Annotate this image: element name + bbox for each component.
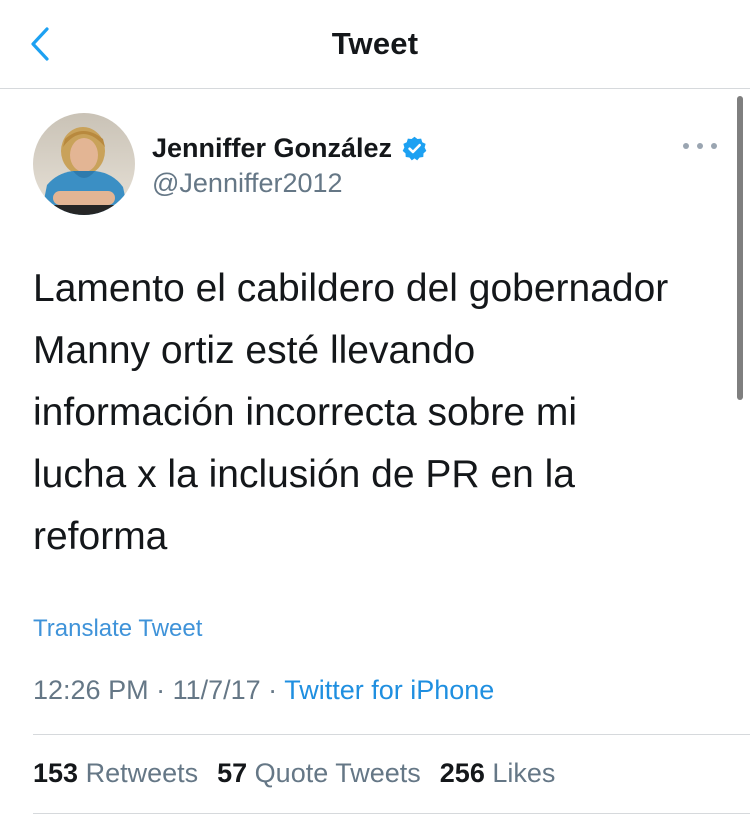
navigation-bar: Tweet [0, 0, 750, 89]
meta-separator: · [148, 675, 173, 705]
meta-separator: · [260, 675, 285, 705]
likes-stat[interactable]: 256 Likes [440, 758, 556, 789]
divider [33, 813, 750, 814]
tweet-metadata: 12:26 PM · 11/7/17 · Twitter for iPhone [33, 675, 494, 706]
likes-count: 256 [439, 758, 485, 788]
divider [33, 734, 750, 735]
tweet-date: 11/7/17 [172, 675, 261, 705]
tweet-source-link[interactable]: Twitter for iPhone [284, 675, 494, 705]
tweet-time: 12:26 PM [33, 675, 149, 705]
scrollbar[interactable] [737, 96, 743, 400]
retweets-stat[interactable]: 153 Retweets [33, 758, 198, 789]
more-horizontal-icon[interactable] [683, 132, 717, 160]
retweets-label: Retweets [78, 758, 199, 788]
quote-tweets-stat[interactable]: 57 Quote Tweets [217, 758, 421, 789]
avatar[interactable] [33, 113, 135, 215]
tweet-stats: 153 Retweets 57 Quote Tweets 256 Likes [33, 758, 574, 789]
author-name-row[interactable]: Jenniffer González [152, 131, 428, 165]
page-title: Tweet [331, 26, 419, 61]
likes-label: Likes [484, 758, 556, 788]
translate-tweet-link[interactable]: Translate Tweet [33, 615, 202, 643]
author-handle[interactable]: @Jenniffer2012 [152, 168, 343, 199]
verified-badge-icon [401, 135, 428, 162]
quote-tweets-label: Quote Tweets [247, 758, 421, 788]
quote-tweets-count: 57 [217, 758, 248, 788]
tweet-text: Lamento el cabildero del gobernador Mann… [33, 267, 669, 558]
author-name[interactable]: Jenniffer González [152, 133, 392, 164]
retweets-count: 153 [33, 758, 79, 788]
